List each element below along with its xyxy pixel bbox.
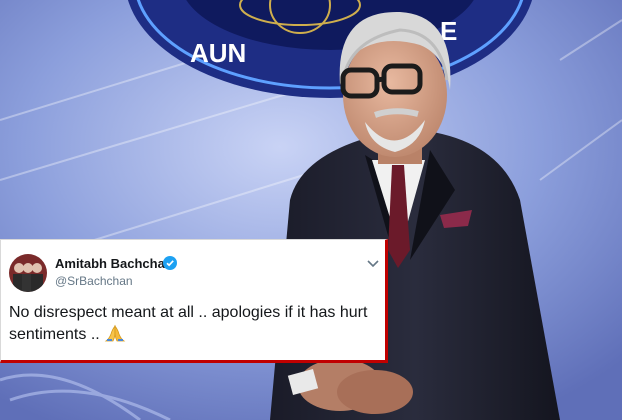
avatar[interactable]: [9, 254, 47, 292]
tweet-card[interactable]: Amitabh Bachchan @SrBachchan No disrespe…: [0, 239, 388, 363]
chevron-down-icon[interactable]: [367, 256, 379, 268]
logo-text-left: AUN: [190, 38, 246, 68]
tweet-text: No disrespect meant at all .. apologies …: [9, 302, 381, 346]
verified-badge-icon: [163, 256, 177, 270]
author-handle[interactable]: @SrBachchan: [55, 274, 133, 288]
tweet-body: No disrespect meant at all .. apologies …: [9, 304, 368, 343]
author-name[interactable]: Amitabh Bachchan: [55, 256, 173, 271]
folded-hands-icon: [104, 324, 126, 342]
